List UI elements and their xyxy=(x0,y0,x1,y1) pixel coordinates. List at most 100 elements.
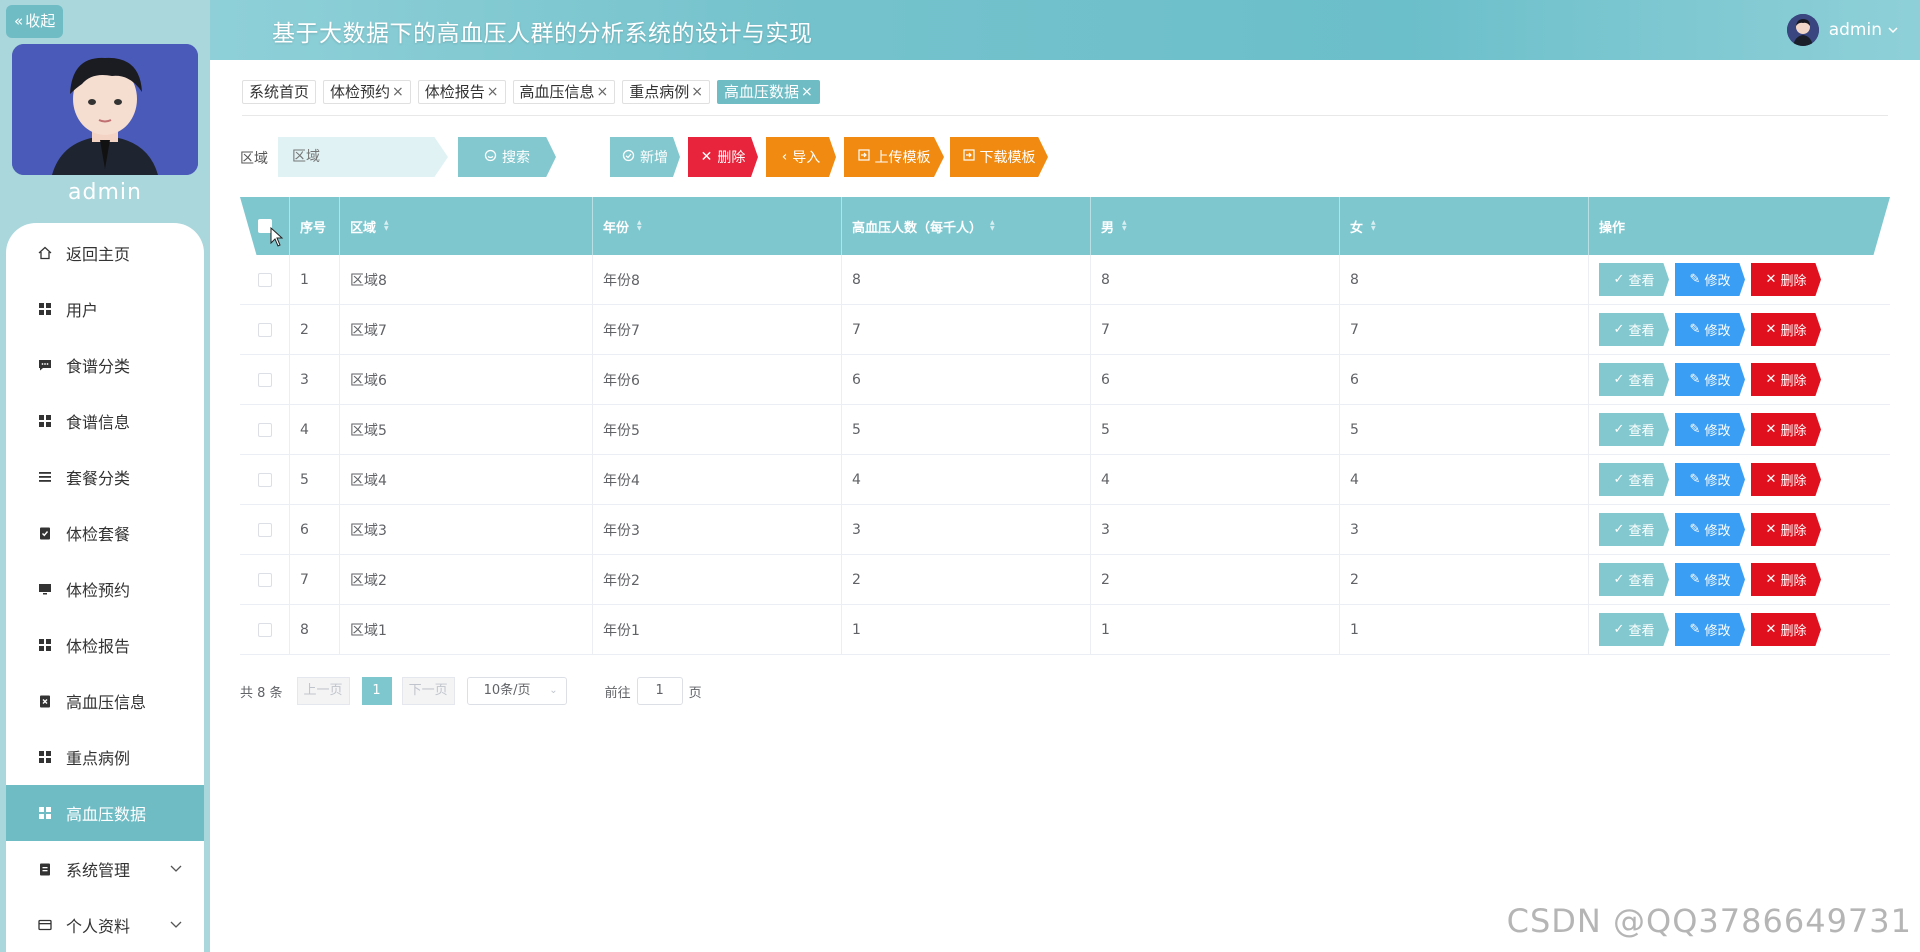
close-icon[interactable]: × xyxy=(597,81,609,103)
view-button[interactable]: ✓ 查看 xyxy=(1599,263,1669,296)
cell-region: 区域2 xyxy=(340,555,593,605)
sort-icon[interactable]: ▲ ▼ xyxy=(637,220,642,232)
tab-appointment[interactable]: 体检预约 × xyxy=(323,80,411,104)
cell-count: 8 xyxy=(842,255,1091,305)
delete-button[interactable]: ✕ 删除 xyxy=(1751,363,1821,396)
row-checkbox[interactable] xyxy=(257,473,272,487)
edit-button[interactable]: ✎ 修改 xyxy=(1675,263,1745,296)
tab-home[interactable]: 系统首页 xyxy=(242,80,317,104)
edit-icon: ✎ xyxy=(1689,422,1701,437)
add-button[interactable]: 新增 xyxy=(610,137,680,177)
close-icon[interactable]: × xyxy=(801,81,813,103)
sidebar-item-label: 重点病例 xyxy=(66,749,131,768)
sidebar-item-label: 用户 xyxy=(66,301,99,320)
delete-button[interactable]: ✕ 删除 xyxy=(1751,513,1821,546)
edit-button[interactable]: ✎ 修改 xyxy=(1675,413,1745,446)
search-button[interactable]: 搜索 xyxy=(458,137,556,177)
sidebar-item-report[interactable]: 体检报告 xyxy=(6,617,204,673)
cell-male: 1 xyxy=(1091,605,1340,655)
sidebar-item-recipe-info[interactable]: 食谱信息 xyxy=(6,393,204,449)
upload-template-button[interactable]: 上传模板 xyxy=(844,137,944,177)
goto-label: 前往 xyxy=(604,685,631,701)
close-icon: ✕ xyxy=(1765,372,1777,387)
tab-report[interactable]: 体检报告 × xyxy=(417,80,506,104)
cell-select xyxy=(240,605,290,655)
view-button[interactable]: ✓ 查看 xyxy=(1599,613,1669,646)
sort-icon[interactable]: ▲ ▼ xyxy=(1122,220,1127,232)
delete-button[interactable]: ✕ 删除 xyxy=(1751,563,1821,596)
delete-button[interactable]: ✕ 删除 xyxy=(1751,313,1821,346)
row-checkbox[interactable] xyxy=(257,323,272,337)
batch-delete-button[interactable]: ✕ 删除 xyxy=(688,137,758,177)
edit-button[interactable]: ✎ 修改 xyxy=(1675,563,1745,596)
download-template-button[interactable]: 下载模板 xyxy=(950,137,1048,177)
divider xyxy=(242,115,1888,116)
row-checkbox[interactable] xyxy=(257,573,272,587)
sort-icon[interactable]: ▲ ▼ xyxy=(1371,220,1376,232)
sidebar-item-hypertension-data[interactable]: 高血压数据 xyxy=(6,785,204,841)
header-count[interactable]: 高血压人数（每千人） ▲ ▼ xyxy=(842,197,1091,255)
prev-page-button[interactable]: 上一页 xyxy=(296,677,350,705)
sidebar-item-package-category[interactable]: 套餐分类 xyxy=(6,449,204,505)
next-page-button[interactable]: 下一页 xyxy=(401,677,455,705)
user-menu[interactable]: admin xyxy=(1786,14,1898,46)
view-button[interactable]: ✓ 查看 xyxy=(1599,313,1669,346)
tab-hypertension-info[interactable]: 高血压信息 × xyxy=(512,80,616,104)
delete-button[interactable]: ✕ 删除 xyxy=(1751,263,1821,296)
cell-actions: ✓ 查看 ✎ 修改 ✕ 删除 xyxy=(1589,405,1890,455)
header-female[interactable]: 女 ▲ ▼ xyxy=(1340,197,1589,255)
sidebar-item-label: 食谱分类 xyxy=(66,357,131,376)
header-year[interactable]: 年份 ▲ ▼ xyxy=(593,197,842,255)
edit-button[interactable]: ✎ 修改 xyxy=(1675,613,1745,646)
sidebar-item-key-cases[interactable]: 重点病例 xyxy=(6,729,204,785)
import-button[interactable]: ‹ 导入 xyxy=(766,137,836,177)
edit-button[interactable]: ✎ 修改 xyxy=(1675,513,1745,546)
sidebar-item-recipe-category[interactable]: 食谱分类 xyxy=(6,337,204,393)
row-checkbox[interactable] xyxy=(257,623,272,637)
close-icon[interactable]: × xyxy=(691,81,703,103)
region-search-input[interactable] xyxy=(278,137,448,177)
page-number-current[interactable]: 1 xyxy=(361,677,392,705)
edit-button[interactable]: ✎ 修改 xyxy=(1675,313,1745,346)
sidebar-item-label: 高血压信息 xyxy=(66,693,147,712)
sidebar-item-checkup-package[interactable]: 体检套餐 xyxy=(6,505,204,561)
collapse-button[interactable]: « 收起 xyxy=(6,5,64,38)
header-actions: 操作 xyxy=(1599,220,1626,236)
sidebar-item-users[interactable]: 用户 xyxy=(6,281,204,337)
sort-icon[interactable]: ▲ ▼ xyxy=(384,220,389,232)
tab-hypertension-data[interactable]: 高血压数据 × xyxy=(717,80,820,104)
view-button[interactable]: ✓ 查看 xyxy=(1599,363,1669,396)
delete-button[interactable]: ✕ 删除 xyxy=(1751,613,1821,646)
close-icon[interactable]: × xyxy=(392,81,404,103)
row-checkbox[interactable] xyxy=(257,373,272,387)
edit-button[interactable]: ✎ 修改 xyxy=(1675,463,1745,496)
row-checkbox[interactable] xyxy=(257,523,272,537)
grid-icon xyxy=(38,302,52,316)
sidebar-item-label: 返回主页 xyxy=(66,245,131,264)
sidebar-item-hypertension-info[interactable]: 高血压信息 xyxy=(6,673,204,729)
header-male[interactable]: 男 ▲ ▼ xyxy=(1091,197,1340,255)
cell-female: 1 xyxy=(1340,605,1589,655)
delete-button[interactable]: ✕ 删除 xyxy=(1751,463,1821,496)
sidebar-item-appointment[interactable]: 体检预约 xyxy=(6,561,204,617)
goto-page-input[interactable]: 1 xyxy=(636,677,683,705)
view-button[interactable]: ✓ 查看 xyxy=(1599,463,1669,496)
cell-region: 区域7 xyxy=(340,305,593,355)
sidebar-item-profile[interactable]: 个人资料 xyxy=(6,897,204,952)
page-size-select[interactable]: 10条/页 ⌄ xyxy=(466,677,567,705)
edit-button[interactable]: ✎ 修改 xyxy=(1675,363,1745,396)
sidebar-item-home[interactable]: 返回主页 xyxy=(6,225,204,281)
view-button[interactable]: ✓ 查看 xyxy=(1599,413,1669,446)
header-region[interactable]: 区域 ▲ ▼ xyxy=(340,197,593,255)
sidebar-item-system-management[interactable]: 系统管理 xyxy=(6,841,204,897)
view-button[interactable]: ✓ 查看 xyxy=(1599,513,1669,546)
close-icon: ✕ xyxy=(1765,322,1777,337)
row-checkbox[interactable] xyxy=(257,423,272,437)
tab-key-cases[interactable]: 重点病例 × xyxy=(622,80,711,104)
sort-icon[interactable]: ▲ ▼ xyxy=(990,220,995,232)
delete-button[interactable]: ✕ 删除 xyxy=(1751,413,1821,446)
row-checkbox[interactable] xyxy=(257,273,272,287)
close-icon[interactable]: × xyxy=(487,81,499,103)
view-button[interactable]: ✓ 查看 xyxy=(1599,563,1669,596)
cell-actions: ✓ 查看 ✎ 修改 ✕ 删除 xyxy=(1589,355,1890,405)
